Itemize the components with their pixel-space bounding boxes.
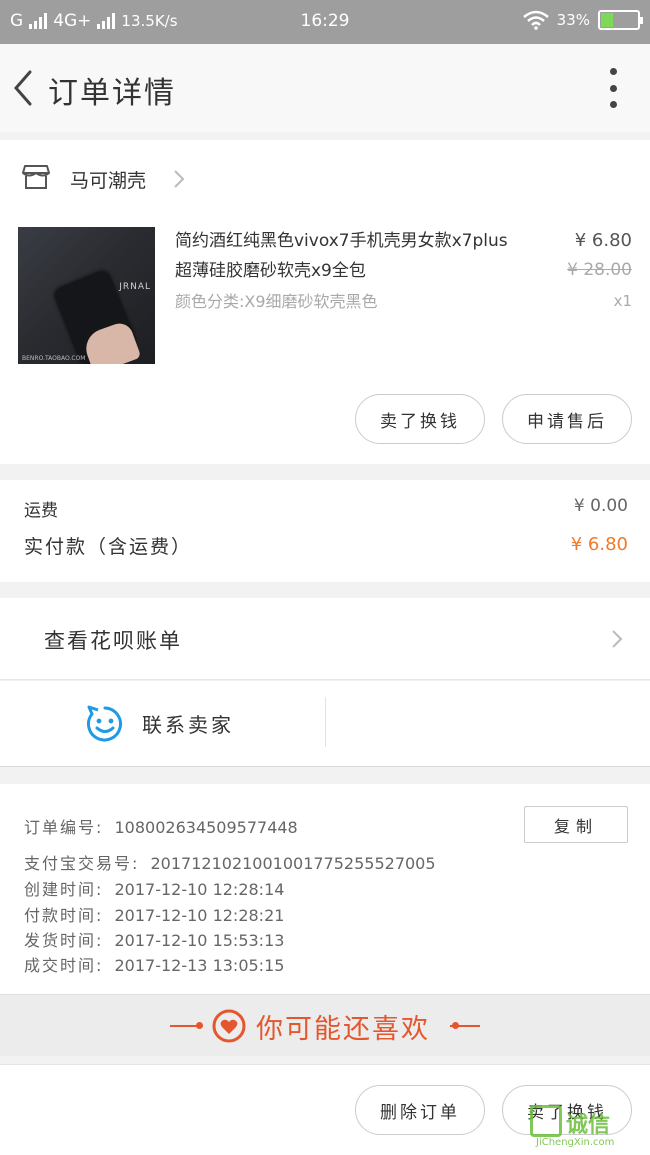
product-price: ¥ 6.80 — [574, 230, 632, 251]
shipping-value: ¥ 0.00 — [573, 496, 628, 516]
paid-value: ¥ 6.80 — [570, 534, 628, 555]
chat-face-icon[interactable] — [86, 705, 124, 743]
page-title: 订单详情 — [48, 76, 176, 111]
battery-percent: 33% — [556, 11, 590, 29]
paid-time-row: 付款时间: 2017-12-10 12:28:21 — [24, 902, 284, 926]
huabei-bill-row[interactable]: 查看花呗账单 — [0, 598, 650, 680]
delete-order-button[interactable]: 删除订单 — [355, 1085, 485, 1135]
chevron-right-icon — [612, 630, 623, 648]
paid-label: 实付款（含运费） — [24, 536, 193, 558]
deal-time-key: 成交时间: — [24, 956, 104, 975]
order-number-value: 108002634509577448 — [114, 818, 298, 837]
contact-row: 联系卖家 — [0, 681, 650, 767]
shipping-label: 运费 — [24, 501, 58, 521]
created-time-row: 创建时间: 2017-12-10 12:28:14 — [24, 876, 284, 900]
nav-bar: 订单详情 — [0, 44, 650, 132]
more-menu-icon[interactable] — [608, 68, 618, 108]
contact-seller-label[interactable]: 联系卖家 — [142, 709, 234, 738]
status-right: 33% — [522, 10, 643, 30]
original-price: ¥ 28.00 — [567, 260, 632, 280]
paid-time-key: 付款时间: — [24, 906, 104, 925]
alipay-trade-key: 支付宝交易号: — [24, 854, 140, 873]
recommend-banner[interactable]: 你可能还喜欢 — [0, 994, 650, 1056]
shipped-time-value: 2017-12-10 15:53:13 — [114, 931, 285, 950]
bottom-action-bar: 删除订单 卖了换钱 诚信 JiChengXin.com — [0, 1064, 650, 1155]
back-arrow-icon[interactable] — [8, 66, 38, 110]
watermark-text: 诚信 — [566, 1113, 611, 1138]
apply-after-sales-button[interactable]: 申请售后 — [502, 394, 632, 444]
watermark-url: JiChengXin.com — [536, 1137, 615, 1148]
chevron-right-icon — [174, 170, 185, 188]
deal-time-value: 2017-12-13 13:05:15 — [114, 956, 285, 975]
shipped-time-key: 发货时间: — [24, 931, 104, 950]
order-number-key: 订单编号: — [24, 818, 104, 837]
store-icon — [22, 165, 50, 189]
divider — [325, 697, 326, 747]
image-label: JRNAL — [119, 282, 151, 292]
created-time-key: 创建时间: — [24, 880, 104, 899]
shipped-time-row: 发货时间: 2017-12-10 15:53:13 — [24, 927, 284, 951]
fees-section: 运费 ¥ 0.00 实付款（含运费） ¥ 6.80 — [0, 480, 650, 582]
watermark-square-icon — [530, 1105, 562, 1137]
product-quantity: x1 — [613, 292, 632, 310]
heart-icon — [212, 1009, 246, 1043]
created-time-value: 2017-12-10 12:28:14 — [114, 880, 285, 899]
decor-line-right — [450, 1025, 480, 1027]
recommend-label: 你可能还喜欢 — [256, 1014, 430, 1045]
order-number-row: 订单编号: 108002634509577448 — [24, 814, 298, 838]
deal-time-row: 成交时间: 2017-12-13 13:05:15 — [24, 952, 284, 976]
alipay-trade-row: 支付宝交易号: 2017121021001001775255527005 — [24, 850, 436, 874]
image-caption: BENRO.TAOBAO.COM — [22, 355, 86, 362]
huabei-label: 查看花呗账单 — [44, 629, 182, 653]
sell-for-cash-button[interactable]: 卖了换钱 — [355, 394, 485, 444]
order-info-section: 订单编号: 108002634509577448 复制 支付宝交易号: 2017… — [0, 784, 650, 994]
status-bar: G 4G+ 13.5K/s 16:29 33% — [0, 0, 650, 44]
product-card: JRNAL BENRO.TAOBAO.COM 简约酒红纯黑色vivox7手机壳男… — [0, 216, 650, 464]
product-name[interactable]: 简约酒红纯黑色vivox7手机壳男女款x7plus超薄硅胶磨砂软壳x9全包 — [175, 226, 515, 286]
paid-time-value: 2017-12-10 12:28:21 — [114, 906, 285, 925]
decor-dot-left — [196, 1022, 203, 1029]
product-spec: 颜色分类:X9细磨砂软壳黑色 — [175, 292, 378, 311]
shop-name: 马可潮壳 — [70, 170, 147, 192]
product-image[interactable]: JRNAL BENRO.TAOBAO.COM — [18, 227, 155, 364]
watermark-logo: 诚信 JiChengXin.com — [526, 1101, 646, 1151]
shop-row[interactable]: 马可潮壳 — [0, 140, 650, 216]
alipay-trade-value: 2017121021001001775255527005 — [150, 854, 436, 873]
wifi-icon — [522, 10, 549, 30]
battery-icon — [598, 10, 643, 30]
copy-button[interactable]: 复制 — [524, 806, 628, 843]
